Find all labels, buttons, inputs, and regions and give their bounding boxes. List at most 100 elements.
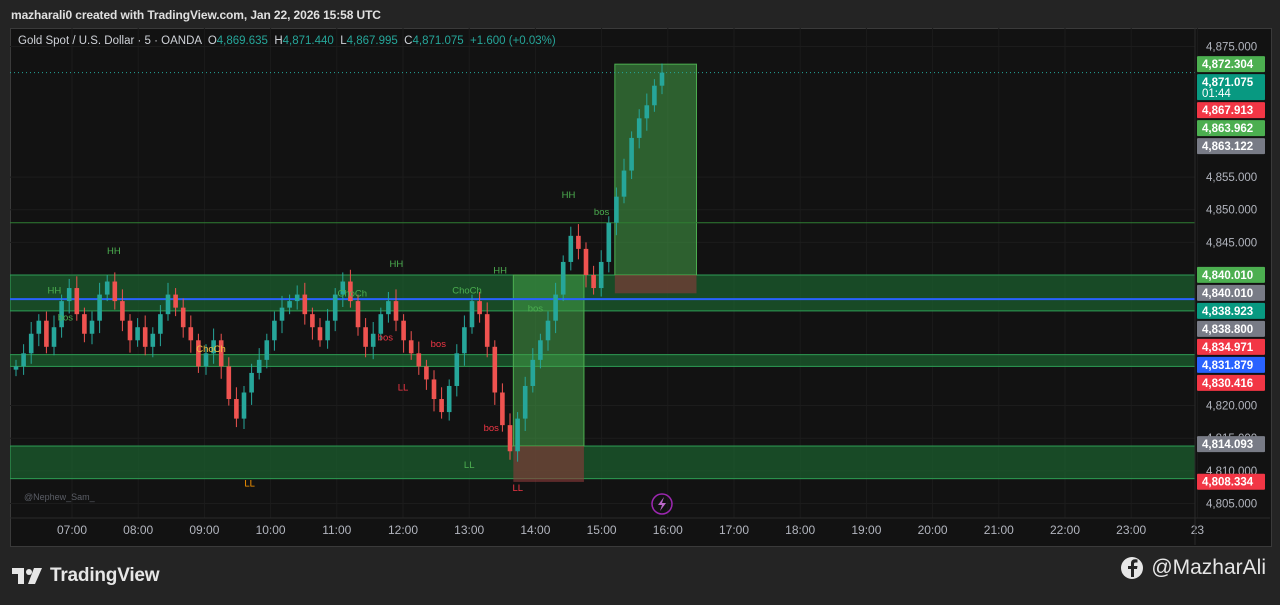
annotation-label: HH bbox=[47, 285, 61, 296]
x-tick-label: 21:00 bbox=[984, 523, 1014, 537]
candle-body bbox=[287, 301, 292, 308]
price-label: 4,863.962 bbox=[1197, 120, 1265, 137]
candle-body bbox=[89, 320, 95, 334]
price-label-text: 4,834.971 bbox=[1202, 342, 1254, 354]
x-tick-label: 13:00 bbox=[454, 523, 484, 537]
candle-body bbox=[310, 314, 315, 328]
candle-body bbox=[317, 327, 323, 341]
annotation-label: HH bbox=[562, 190, 576, 201]
candle-body bbox=[446, 385, 452, 413]
price-label: 4,831.879 bbox=[1197, 356, 1265, 373]
watermark-text: @Nephew_Sam_ bbox=[24, 492, 96, 502]
candle-body bbox=[636, 118, 642, 138]
candle-body bbox=[477, 301, 482, 315]
candle-body bbox=[378, 314, 384, 334]
candle-body bbox=[598, 261, 604, 289]
candle-body bbox=[74, 288, 80, 315]
price-label-text: 4,840.010 bbox=[1202, 270, 1253, 282]
price-label: 4,840.010 bbox=[1197, 284, 1265, 301]
annotation-label: HH bbox=[107, 246, 121, 257]
y-tick-label: 4,805.000 bbox=[1206, 498, 1257, 510]
tradingview-brand[interactable]: TradingView bbox=[12, 565, 160, 587]
candle-body bbox=[424, 366, 429, 380]
candle-body bbox=[36, 320, 42, 334]
candle-body bbox=[44, 320, 49, 347]
y-tick-label: 4,845.000 bbox=[1206, 237, 1257, 249]
annotation-label: bos bbox=[484, 423, 500, 434]
price-chart[interactable]: HH HH bos ChoCh LL HH ChoCh bos LL bos ChoCh HH bos b… bbox=[10, 28, 1270, 545]
price-label-text: 4,814.093 bbox=[1202, 439, 1253, 451]
x-tick-label: 18:00 bbox=[785, 523, 815, 537]
x-tick-label: 10:00 bbox=[256, 523, 286, 537]
symbol-title[interactable]: Gold Spot / U.S. Dollar · 5 · OANDA bbox=[18, 35, 201, 47]
candle-body bbox=[545, 320, 551, 341]
candle-body bbox=[13, 366, 19, 370]
price-labels-layer: 4,872.304 4,871.07501:44 4,867.913 4,863.96… bbox=[1197, 56, 1265, 490]
high-value: 4,871.440 bbox=[282, 35, 334, 47]
annotation-label: HH bbox=[390, 259, 404, 270]
x-tick-label: 08:00 bbox=[123, 523, 153, 537]
candle-body bbox=[652, 85, 657, 106]
candle-body bbox=[226, 366, 232, 400]
candle-body bbox=[150, 333, 156, 347]
annotation-label: LL bbox=[398, 383, 409, 394]
candle-body bbox=[484, 314, 490, 347]
candle-body bbox=[97, 294, 102, 321]
candle-body bbox=[355, 301, 361, 328]
handle-name: @MazharAli bbox=[1151, 556, 1266, 579]
candle-body bbox=[82, 314, 87, 334]
candle-body bbox=[264, 340, 270, 360]
facebook-icon bbox=[1121, 557, 1144, 579]
candle-body bbox=[256, 359, 262, 373]
candle-body bbox=[249, 372, 254, 393]
position-box-1-loss bbox=[513, 446, 584, 482]
candle-body bbox=[401, 320, 406, 341]
candle-body bbox=[112, 281, 118, 302]
change-value: +1.600 (+0.03%) bbox=[470, 35, 556, 47]
price-label: 4,872.304 bbox=[1197, 56, 1265, 73]
candle-body bbox=[180, 307, 186, 328]
price-label-text: 4,872.304 bbox=[1202, 59, 1254, 71]
candle-body bbox=[386, 301, 391, 315]
candle-body bbox=[363, 327, 368, 347]
grid-lines bbox=[10, 28, 1198, 518]
candle-body bbox=[142, 327, 148, 347]
candle-body bbox=[507, 425, 513, 452]
candle-body bbox=[120, 301, 125, 321]
price-label: 4,830.416 bbox=[1197, 374, 1265, 391]
lightning-icon[interactable] bbox=[651, 493, 673, 515]
ohlc-legend: Gold Spot / U.S. Dollar · 5 · OANDA O4,8… bbox=[18, 35, 556, 47]
x-tick-label: 20:00 bbox=[918, 523, 948, 537]
candle-body bbox=[530, 359, 536, 386]
price-label-text: 4,808.334 bbox=[1202, 477, 1254, 489]
bottom-bar bbox=[0, 546, 1280, 605]
candle-body bbox=[439, 399, 444, 413]
position-box-2-loss bbox=[614, 275, 697, 294]
candle-body bbox=[188, 327, 194, 341]
candle-body bbox=[325, 320, 330, 341]
annotation-label: LL bbox=[512, 483, 523, 494]
y-tick-label: 4,875.000 bbox=[1206, 42, 1257, 54]
annotation-label: bos bbox=[594, 207, 610, 218]
y-tick-label: 4,820.000 bbox=[1206, 401, 1257, 413]
candle-body bbox=[469, 301, 475, 328]
x-tick-label: 22:00 bbox=[1050, 523, 1080, 537]
annotation-label: LL bbox=[244, 479, 255, 490]
candle-body bbox=[538, 340, 543, 360]
top-bar: mazharali0 created with TradingView.com,… bbox=[0, 0, 1280, 28]
price-label-text: 4,840.010 bbox=[1202, 288, 1253, 300]
price-label-text: 4,863.122 bbox=[1202, 141, 1253, 153]
candle-body bbox=[66, 288, 72, 302]
low-value: 4,867.995 bbox=[346, 35, 398, 47]
price-label: 4,834.971 bbox=[1197, 338, 1265, 355]
position-boxes bbox=[512, 63, 697, 482]
x-tick-label: 15:00 bbox=[587, 523, 617, 537]
candle-body bbox=[370, 333, 376, 347]
candle-body bbox=[28, 333, 34, 354]
x-tick-label: 09:00 bbox=[189, 523, 219, 537]
candle-body bbox=[393, 301, 399, 321]
candle-body bbox=[135, 327, 140, 341]
annotation-label: bos bbox=[431, 339, 447, 350]
tradingview-logo-icon bbox=[12, 568, 42, 584]
x-tick-label: 07:00 bbox=[57, 523, 87, 537]
